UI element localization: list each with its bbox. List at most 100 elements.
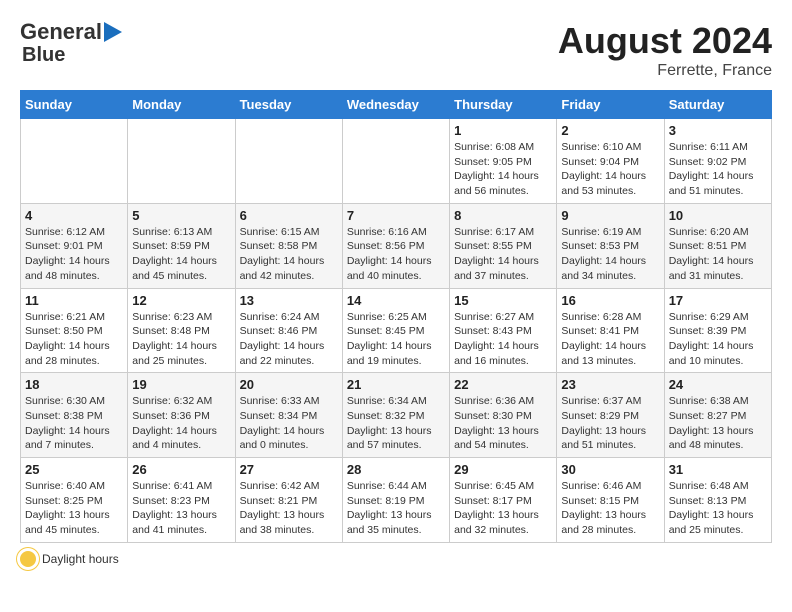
day-number: 17 — [669, 293, 767, 308]
calendar-day-cell: 20Sunrise: 6:33 AM Sunset: 8:34 PM Dayli… — [235, 373, 342, 458]
day-detail: Sunrise: 6:33 AM Sunset: 8:34 PM Dayligh… — [240, 394, 338, 453]
calendar-day-cell: 2 Sunrise: 6:10 AM Sunset: 9:04 PM Daylig… — [557, 119, 664, 204]
day-number: 22 — [454, 377, 552, 392]
calendar-day-cell: 26 Sunrise: 6:41 AM Sunset: 8:23 PM Dayli… — [128, 458, 235, 543]
calendar-day-cell: 22 Sunrise: 6:36 AM Sunset: 8:30 PM Dayli… — [450, 373, 557, 458]
calendar-day-cell — [235, 119, 342, 204]
day-number: 11 — [25, 293, 123, 308]
calendar-day-cell: 12 Sunrise: 6:23 AM Sunset: 8:48 PM Dayli… — [128, 288, 235, 373]
day-number: 27 — [240, 462, 338, 477]
day-number: 16 — [561, 293, 659, 308]
day-detail: Sunrise: 6:37 AM Sunset: 8:29 PM Dayligh… — [561, 394, 659, 453]
calendar-day-header: Tuesday — [235, 91, 342, 119]
calendar-day-cell: 17Sunrise: 6:29 AM Sunset: 8:39 PM Dayli… — [664, 288, 771, 373]
calendar-day-cell — [342, 119, 449, 204]
calendar-day-header: Thursday — [450, 91, 557, 119]
calendar-header-row: SundayMondayTuesdayWednesdayThursdayFrid… — [21, 91, 772, 119]
day-detail: Sunrise: 6:08 AM Sunset: 9:05 PM Dayligh… — [454, 140, 552, 199]
day-number: 26 — [132, 462, 230, 477]
logo-arrow-icon — [104, 22, 122, 42]
day-detail: Sunrise: 6:48 AM Sunset: 8:13 PM Dayligh… — [669, 479, 767, 538]
calendar-day-cell: 19 Sunrise: 6:32 AM Sunset: 8:36 PM Dayli… — [128, 373, 235, 458]
day-number: 7 — [347, 208, 445, 223]
day-number: 28 — [347, 462, 445, 477]
month-year-title: August 2024 — [558, 20, 772, 62]
calendar-day-cell: 23 Sunrise: 6:37 AM Sunset: 8:29 PM Dayli… — [557, 373, 664, 458]
day-detail: Sunrise: 6:41 AM Sunset: 8:23 PM Dayligh… — [132, 479, 230, 538]
day-detail: Sunrise: 6:32 AM Sunset: 8:36 PM Dayligh… — [132, 394, 230, 453]
day-number: 30 — [561, 462, 659, 477]
day-detail: Sunrise: 6:25 AM Sunset: 8:45 PM Dayligh… — [347, 310, 445, 369]
calendar-day-cell: 28 Sunrise: 6:44 AM Sunset: 8:19 PM Dayli… — [342, 458, 449, 543]
calendar-day-cell: 15Sunrise: 6:27 AM Sunset: 8:43 PM Dayli… — [450, 288, 557, 373]
day-number: 5 — [132, 208, 230, 223]
day-detail: Sunrise: 6:12 AM Sunset: 9:01 PM Dayligh… — [25, 225, 123, 284]
calendar-day-cell: 31Sunrise: 6:48 AM Sunset: 8:13 PM Dayli… — [664, 458, 771, 543]
calendar-day-cell: 4 Sunrise: 6:12 AM Sunset: 9:01 PM Daylig… — [21, 203, 128, 288]
calendar-day-cell: 11 Sunrise: 6:21 AM Sunset: 8:50 PM Dayli… — [21, 288, 128, 373]
calendar-week-row: 25 Sunrise: 6:40 AM Sunset: 8:25 PM Dayli… — [21, 458, 772, 543]
footer-note: Daylight hours — [20, 551, 772, 567]
calendar-day-header: Sunday — [21, 91, 128, 119]
calendar-day-cell: 16 Sunrise: 6:28 AM Sunset: 8:41 PM Dayli… — [557, 288, 664, 373]
day-detail: Sunrise: 6:30 AM Sunset: 8:38 PM Dayligh… — [25, 394, 123, 453]
day-detail: Sunrise: 6:19 AM Sunset: 8:53 PM Dayligh… — [561, 225, 659, 284]
day-detail: Sunrise: 6:10 AM Sunset: 9:04 PM Dayligh… — [561, 140, 659, 199]
logo-blue: Blue — [22, 44, 65, 66]
page-header: General Blue August 2024 Ferrette, Franc… — [20, 20, 772, 80]
day-detail: Sunrise: 6:34 AM Sunset: 8:32 PM Dayligh… — [347, 394, 445, 453]
day-detail: Sunrise: 6:40 AM Sunset: 8:25 PM Dayligh… — [25, 479, 123, 538]
day-detail: Sunrise: 6:13 AM Sunset: 8:59 PM Dayligh… — [132, 225, 230, 284]
day-number: 2 — [561, 123, 659, 138]
day-detail: Sunrise: 6:16 AM Sunset: 8:56 PM Dayligh… — [347, 225, 445, 284]
calendar-week-row: 11 Sunrise: 6:21 AM Sunset: 8:50 PM Dayli… — [21, 288, 772, 373]
calendar-day-cell: 1Sunrise: 6:08 AM Sunset: 9:05 PM Daylig… — [450, 119, 557, 204]
day-detail: Sunrise: 6:44 AM Sunset: 8:19 PM Dayligh… — [347, 479, 445, 538]
day-number: 10 — [669, 208, 767, 223]
calendar-day-cell: 24 Sunrise: 6:38 AM Sunset: 8:27 PM Dayli… — [664, 373, 771, 458]
day-detail: Sunrise: 6:36 AM Sunset: 8:30 PM Dayligh… — [454, 394, 552, 453]
calendar-day-cell: 18 Sunrise: 6:30 AM Sunset: 8:38 PM Dayli… — [21, 373, 128, 458]
calendar-day-cell — [128, 119, 235, 204]
calendar-day-cell: 27 Sunrise: 6:42 AM Sunset: 8:21 PM Dayli… — [235, 458, 342, 543]
logo: General Blue — [20, 20, 122, 66]
day-detail: Sunrise: 6:21 AM Sunset: 8:50 PM Dayligh… — [25, 310, 123, 369]
sun-icon — [20, 551, 36, 567]
calendar-week-row: 1Sunrise: 6:08 AM Sunset: 9:05 PM Daylig… — [21, 119, 772, 204]
day-detail: Sunrise: 6:23 AM Sunset: 8:48 PM Dayligh… — [132, 310, 230, 369]
calendar-day-cell: 5 Sunrise: 6:13 AM Sunset: 8:59 PM Daylig… — [128, 203, 235, 288]
calendar-day-header: Saturday — [664, 91, 771, 119]
calendar-day-header: Wednesday — [342, 91, 449, 119]
calendar-table: SundayMondayTuesdayWednesdayThursdayFrid… — [20, 90, 772, 543]
day-number: 23 — [561, 377, 659, 392]
day-number: 24 — [669, 377, 767, 392]
day-detail: Sunrise: 6:42 AM Sunset: 8:21 PM Dayligh… — [240, 479, 338, 538]
calendar-day-cell: 21 Sunrise: 6:34 AM Sunset: 8:32 PM Dayli… — [342, 373, 449, 458]
day-number: 18 — [25, 377, 123, 392]
day-number: 15 — [454, 293, 552, 308]
calendar-day-cell: 30Sunrise: 6:46 AM Sunset: 8:15 PM Dayli… — [557, 458, 664, 543]
calendar-day-cell — [21, 119, 128, 204]
calendar-day-cell: 25 Sunrise: 6:40 AM Sunset: 8:25 PM Dayli… — [21, 458, 128, 543]
calendar-week-row: 4 Sunrise: 6:12 AM Sunset: 9:01 PM Daylig… — [21, 203, 772, 288]
calendar-day-cell: 7 Sunrise: 6:16 AM Sunset: 8:56 PM Daylig… — [342, 203, 449, 288]
day-number: 21 — [347, 377, 445, 392]
day-number: 19 — [132, 377, 230, 392]
day-number: 9 — [561, 208, 659, 223]
day-number: 12 — [132, 293, 230, 308]
location-subtitle: Ferrette, France — [558, 62, 772, 80]
day-detail: Sunrise: 6:15 AM Sunset: 8:58 PM Dayligh… — [240, 225, 338, 284]
calendar-day-header: Friday — [557, 91, 664, 119]
day-detail: Sunrise: 6:20 AM Sunset: 8:51 PM Dayligh… — [669, 225, 767, 284]
day-detail: Sunrise: 6:28 AM Sunset: 8:41 PM Dayligh… — [561, 310, 659, 369]
day-number: 25 — [25, 462, 123, 477]
calendar-week-row: 18 Sunrise: 6:30 AM Sunset: 8:38 PM Dayli… — [21, 373, 772, 458]
day-number: 3 — [669, 123, 767, 138]
day-number: 4 — [25, 208, 123, 223]
title-area: August 2024 Ferrette, France — [558, 20, 772, 80]
day-detail: Sunrise: 6:11 AM Sunset: 9:02 PM Dayligh… — [669, 140, 767, 199]
day-detail: Sunrise: 6:38 AM Sunset: 8:27 PM Dayligh… — [669, 394, 767, 453]
day-detail: Sunrise: 6:45 AM Sunset: 8:17 PM Dayligh… — [454, 479, 552, 538]
day-number: 14 — [347, 293, 445, 308]
calendar-day-cell: 9 Sunrise: 6:19 AM Sunset: 8:53 PM Daylig… — [557, 203, 664, 288]
